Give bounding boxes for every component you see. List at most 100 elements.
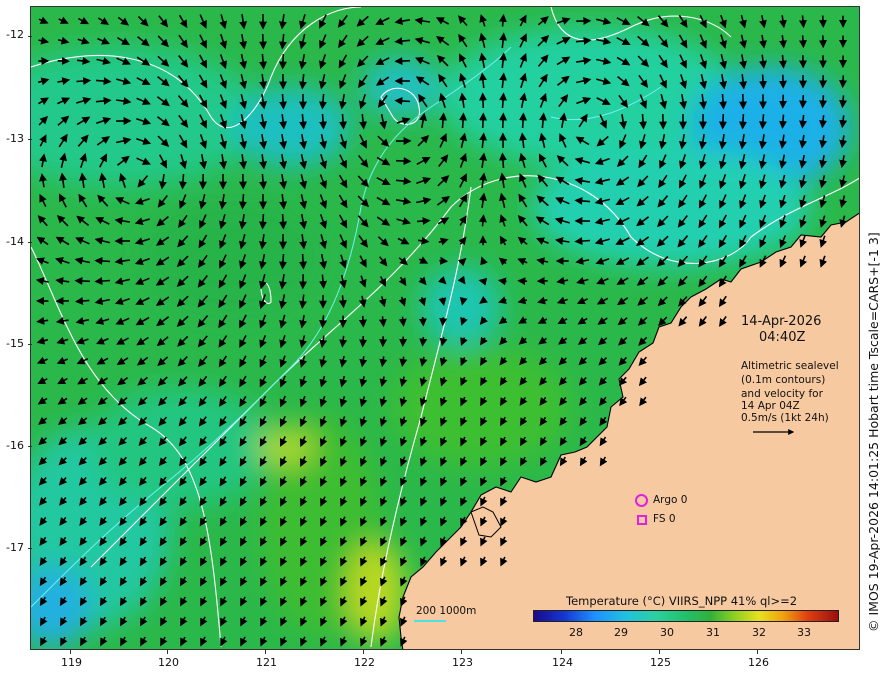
velocity-arrow [279, 93, 288, 110]
velocity-arrow [339, 113, 348, 130]
colorbar-tick: 33 [797, 626, 811, 639]
velocity-arrow [178, 173, 187, 190]
x-tickmark [167, 650, 168, 654]
argo-circle-icon [635, 494, 648, 507]
velocity-arrow [738, 113, 747, 130]
y-tick: -17 [6, 541, 24, 554]
colorbar-title: Temperature (°C) VIIRS_NPP 41% ql>=2 [566, 594, 798, 608]
velocity-arrow [499, 92, 508, 109]
side-caption: © IMOS 19-Apr-2026 14:01:25 Hobart time … [866, 232, 880, 632]
y-tickmark [28, 548, 32, 549]
velocity-arrow [818, 15, 827, 28]
velocity-arrow [819, 95, 828, 109]
y-tick: -16 [6, 439, 24, 452]
colorbar-tick: 28 [569, 626, 583, 639]
x-tickmark [659, 650, 660, 654]
velocity-arrow [416, 217, 431, 226]
velocity-arrow [839, 95, 848, 109]
map-date: 14-Apr-2026 [741, 314, 822, 329]
velocity-arrow [439, 256, 449, 265]
x-tickmark [461, 650, 462, 654]
x-tick: 126 [748, 656, 769, 669]
velocity-arrow [338, 295, 347, 309]
y-tickmark [28, 36, 32, 37]
velocity-arrow [519, 112, 528, 129]
velocity-arrow [74, 276, 91, 285]
velocity-arrow [459, 112, 468, 129]
velocity-arrow [394, 57, 411, 66]
fs-square-icon [637, 515, 647, 525]
velocity-arrow [358, 315, 367, 328]
velocity-arrow [319, 315, 328, 329]
x-tick: 120 [158, 656, 179, 669]
x-tick: 122 [354, 656, 375, 669]
velocity-arrow [259, 33, 268, 50]
isobath-scale-label: 200 1000m [416, 605, 477, 617]
velocity-arrow [258, 213, 267, 230]
velocity-arrow [278, 253, 287, 270]
velocity-arrow [499, 112, 508, 129]
velocity-arrow [439, 317, 448, 327]
velocity-arrow [319, 113, 328, 130]
annotation-line: 0.5m/s (1kt 24h) [741, 412, 829, 424]
x-tickmark [363, 650, 364, 654]
legend-fs: FS 0 [653, 513, 676, 525]
velocity-arrow [759, 74, 767, 90]
x-tick: 124 [552, 656, 573, 669]
velocity-arrow [359, 335, 368, 348]
velocity-arrow [639, 113, 648, 130]
velocity-arrow [517, 277, 528, 286]
annotation-line: (0.1m contours) [741, 374, 826, 386]
velocity-arrow [278, 53, 287, 70]
velocity-arrow [478, 214, 487, 227]
y-tickmark [28, 446, 32, 447]
x-tick: 125 [650, 656, 671, 669]
velocity-arrow [279, 213, 288, 230]
velocity-arrow [498, 152, 507, 169]
x-tickmark [561, 650, 562, 654]
annotation-line: 14 Apr 04Z [741, 400, 800, 412]
isobath-scale-line [414, 620, 446, 622]
map-canvas [31, 7, 859, 649]
map-frame [30, 6, 860, 650]
velocity-arrow [758, 114, 767, 130]
velocity-arrow [498, 13, 507, 27]
velocity-arrow [418, 316, 427, 327]
velocity-arrow [299, 253, 308, 270]
velocity-arrow [398, 316, 407, 327]
velocity-arrow [419, 336, 428, 347]
velocity-arrow [839, 75, 848, 89]
y-tickmark [28, 344, 32, 345]
legend-argo: Argo 0 [653, 494, 688, 506]
y-tick: -12 [6, 28, 24, 41]
velocity-arrow [394, 96, 411, 105]
x-tick: 121 [256, 656, 277, 669]
velocity-arrow [378, 316, 387, 328]
x-tickmark [757, 650, 758, 654]
annotation-line: Altimetric sealevel [741, 360, 839, 372]
velocity-arrow [94, 256, 111, 265]
velocity-arrow [94, 277, 111, 286]
velocity-arrow [479, 112, 488, 129]
velocity-arrow [395, 157, 412, 166]
x-tick: 119 [61, 656, 82, 669]
velocity-arrow [719, 93, 728, 110]
colorbar-tick: 30 [660, 626, 674, 639]
temperature-colorbar [533, 610, 839, 622]
velocity-arrow [778, 54, 787, 69]
velocity-arrow [718, 113, 727, 130]
y-tickmark [28, 242, 32, 243]
velocity-arrow [799, 94, 808, 109]
velocity-arrow [798, 15, 807, 29]
x-tickmark [265, 650, 266, 654]
colorbar-tick: 29 [614, 626, 628, 639]
map-time: 04:40Z [759, 330, 806, 345]
y-tick: -13 [6, 132, 24, 145]
x-tickmark [70, 650, 71, 654]
velocity-arrow [478, 92, 487, 109]
y-tickmark [28, 139, 32, 140]
velocity-arrow [574, 237, 591, 246]
velocity-arrow [238, 193, 247, 210]
annotation-line: and velocity for [741, 388, 823, 400]
colorbar-tick: 31 [706, 626, 720, 639]
